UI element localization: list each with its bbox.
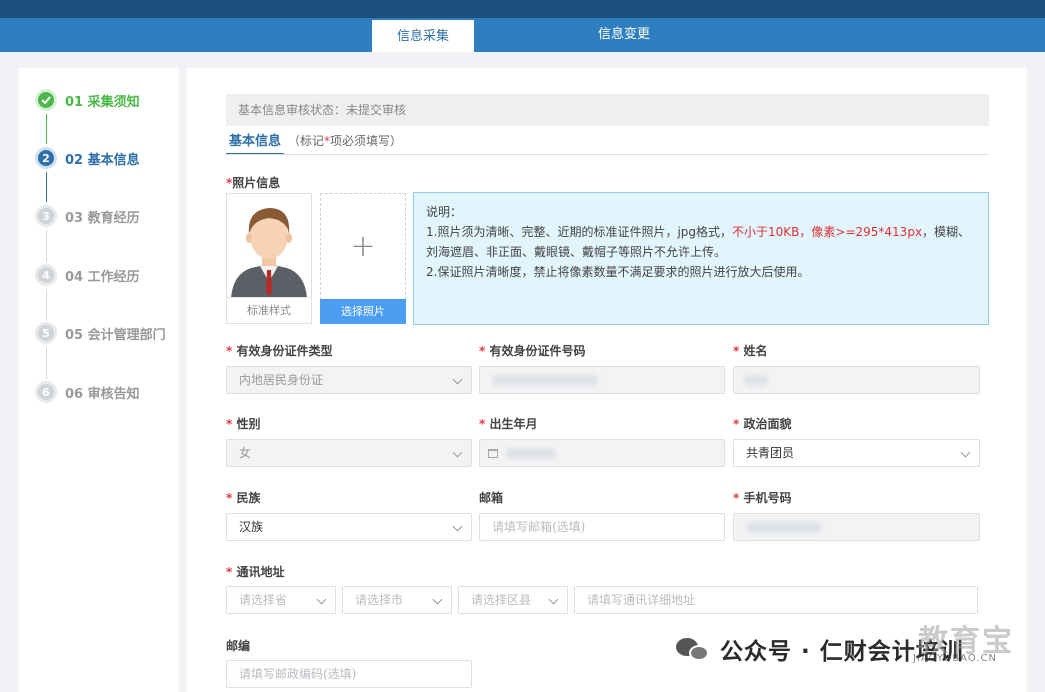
email-field[interactable]: 请填写邮箱(选填) xyxy=(479,513,725,541)
step-number: 4 xyxy=(35,264,57,286)
divider xyxy=(226,154,989,155)
sample-photo: 标准样式 xyxy=(226,193,312,324)
chevron-down-icon xyxy=(960,447,971,458)
tab-info-collection[interactable]: 信息采集 xyxy=(372,18,474,52)
subtab-basic-info[interactable]: 基本信息 xyxy=(226,129,285,155)
district-select[interactable]: 请选择区县 xyxy=(458,586,568,614)
gender-label: * 性别 xyxy=(226,417,261,431)
chevron-down-icon xyxy=(316,594,327,605)
step-number: 3 xyxy=(35,205,57,227)
required-hint: （标记*项必须填写） xyxy=(288,134,403,148)
tab-info-change[interactable]: 信息变更 xyxy=(574,18,674,52)
birth-label: * 出生年月 xyxy=(479,417,538,431)
redacted-value xyxy=(506,448,556,459)
step-connector xyxy=(46,172,47,202)
site-watermark-url: JIAOYUBAO.CN xyxy=(913,653,997,664)
political-select[interactable]: 共青团员 xyxy=(733,439,980,467)
step-connector xyxy=(46,114,47,144)
step-label: 02 基本信息 xyxy=(65,152,140,168)
photo-info-label: *照片信息 xyxy=(226,176,281,190)
province-select[interactable]: 请选择省 xyxy=(226,586,336,614)
basic-info-subtab: 基本信息 （标记*项必须填写） xyxy=(226,128,403,155)
id-number-field[interactable] xyxy=(479,366,725,394)
note-line-1: 1.照片须为清晰、完整、近期的标准证件照片，jpg格式，不小于10KB，像素>=… xyxy=(426,225,971,259)
check-icon xyxy=(35,89,57,111)
birth-date-field[interactable] xyxy=(479,439,725,467)
step-connector xyxy=(46,347,47,379)
choose-photo-button[interactable]: 选择照片 xyxy=(320,299,406,324)
city-select[interactable]: 请选择市 xyxy=(342,586,452,614)
chevron-down-icon xyxy=(452,521,463,532)
step-label: 03 教育经历 xyxy=(65,210,140,226)
photo-upload-area[interactable]: + xyxy=(320,193,406,300)
step-number: 2 xyxy=(35,147,57,169)
steps-sidebar: 01 采集须知 2 02 基本信息 3 03 教育经历 4 04 工作经历 5 … xyxy=(19,68,179,692)
postcode-field[interactable]: 请填写邮政编码(选填) xyxy=(226,660,472,688)
step-number: 5 xyxy=(35,322,57,344)
note-title: 说明： xyxy=(426,205,463,219)
chevron-down-icon xyxy=(452,374,463,385)
main-tab-bar: 信息采集 信息变更 xyxy=(0,18,1045,52)
main-form-panel: 基本信息审核状态：未提交审核 基本信息 （标记*项必须填写） *照片信息 标准样式… xyxy=(187,68,1027,692)
phone-label: * 手机号码 xyxy=(733,491,792,505)
id-number-label: * 有效身份证件号码 xyxy=(479,344,586,358)
step-review-notice[interactable]: 6 06 审核告知 xyxy=(35,380,140,404)
id-type-label: * 有效身份证件类型 xyxy=(226,344,333,358)
step-education[interactable]: 3 03 教育经历 xyxy=(35,204,140,228)
ethnicity-select[interactable]: 汉族 xyxy=(226,513,472,541)
wechat-icon xyxy=(676,634,712,664)
redacted-value xyxy=(744,375,768,386)
address-label: * 通讯地址 xyxy=(226,565,285,579)
photo-instructions: 说明： 1.照片须为清晰、完整、近期的标准证件照片，jpg格式，不小于10KB，… xyxy=(413,192,989,325)
plus-icon: + xyxy=(350,229,376,264)
sample-caption: 标准样式 xyxy=(227,297,311,323)
name-label: * 姓名 xyxy=(733,344,768,358)
name-field[interactable] xyxy=(733,366,980,394)
ethnicity-label: * 民族 xyxy=(226,491,261,505)
person-avatar-icon xyxy=(227,194,311,298)
top-header-bar xyxy=(0,0,1045,18)
note-line-2: 2.保证照片清晰度，禁止将像素数量不满足要求的照片进行放大后使用。 xyxy=(426,265,810,279)
chevron-down-icon xyxy=(432,594,443,605)
postcode-label: 邮编 xyxy=(226,639,251,653)
calendar-icon xyxy=(488,449,498,458)
step-collection-notice[interactable]: 01 采集须知 xyxy=(35,88,140,112)
step-accounting-dept[interactable]: 5 05 会计管理部门 xyxy=(35,321,166,345)
step-work[interactable]: 4 04 工作经历 xyxy=(35,263,140,287)
chevron-down-icon xyxy=(548,594,559,605)
step-basic-info[interactable]: 2 02 基本信息 xyxy=(35,146,140,170)
step-label: 04 工作经历 xyxy=(65,269,140,285)
email-label: 邮箱 xyxy=(479,491,504,505)
address-detail-field[interactable]: 请填写通讯详细地址 xyxy=(574,586,978,614)
gender-select[interactable]: 女 xyxy=(226,439,472,467)
political-label: * 政治面貌 xyxy=(733,417,792,431)
step-label: 06 审核告知 xyxy=(65,386,140,402)
phone-field[interactable] xyxy=(733,513,980,541)
step-connector xyxy=(46,230,47,262)
step-connector xyxy=(46,289,47,321)
chevron-down-icon xyxy=(452,447,463,458)
step-number: 6 xyxy=(35,381,57,403)
review-status-bar: 基本信息审核状态：未提交审核 xyxy=(226,94,989,126)
step-label: 05 会计管理部门 xyxy=(65,327,166,343)
redacted-value xyxy=(746,522,822,533)
id-type-select[interactable]: 内地居民身份证 xyxy=(226,366,472,394)
redacted-value xyxy=(492,375,598,386)
step-label: 01 采集须知 xyxy=(65,94,140,110)
